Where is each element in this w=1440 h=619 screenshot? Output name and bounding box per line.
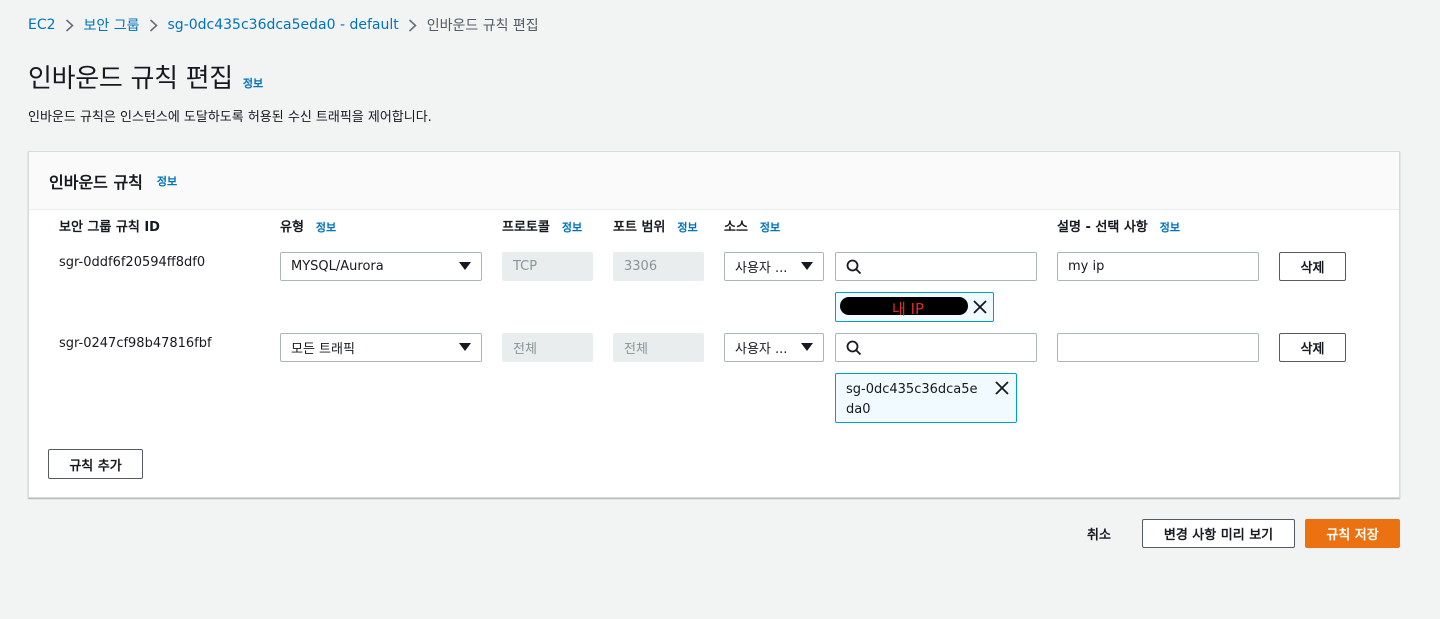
- caret-down-icon: [459, 262, 471, 270]
- description-input[interactable]: [1057, 333, 1259, 362]
- source-token: 내 IP: [835, 292, 994, 322]
- port-range-field: 전체: [613, 333, 704, 362]
- type-select-value: 모든 트래픽: [291, 342, 355, 357]
- breadcrumb-security-group[interactable]: sg-0dc435c36dca5eda0 - default: [168, 17, 399, 33]
- description-info-link[interactable]: 정보: [1160, 219, 1180, 235]
- close-icon[interactable]: [973, 300, 987, 314]
- source-search-input[interactable]: [835, 252, 1037, 281]
- description-value: my ip: [1068, 259, 1105, 274]
- column-header-source: 소스 정보: [724, 216, 780, 235]
- cancel-button[interactable]: 취소: [1074, 519, 1124, 548]
- page-header: 인바운드 규칙 편집 정보: [28, 58, 263, 95]
- chevron-right-icon: [140, 18, 168, 32]
- page-info-link[interactable]: 정보: [243, 75, 263, 91]
- preview-changes-button[interactable]: 변경 사항 미리 보기: [1142, 519, 1295, 548]
- search-icon: [846, 259, 862, 275]
- column-header-port: 포트 범위 정보: [613, 216, 698, 235]
- delete-rule-button[interactable]: 삭제: [1279, 333, 1346, 362]
- source-type-select[interactable]: 사용자 ...: [724, 333, 824, 362]
- chevron-right-icon: [399, 18, 427, 32]
- column-header-type: 유형 정보: [280, 216, 336, 235]
- rule-id: sgr-0ddf6f20594ff8df0: [59, 255, 206, 270]
- rule-id: sgr-0247cf98b47816fbf: [59, 336, 212, 351]
- breadcrumb: EC2 보안 그룹 sg-0dc435c36dca5eda0 - default…: [28, 15, 539, 35]
- protocol-info-link[interactable]: 정보: [562, 219, 582, 235]
- chevron-right-icon: [56, 18, 84, 32]
- type-info-link[interactable]: 정보: [316, 219, 336, 235]
- panel-title: 인바운드 규칙: [49, 172, 143, 192]
- breadcrumb-current: 인바운드 규칙 편집: [426, 18, 539, 34]
- source-type-select[interactable]: 사용자 ...: [724, 252, 824, 281]
- inbound-rules-panel: 인바운드 규칙 정보: [28, 151, 1400, 498]
- source-token-label: 내 IP: [892, 300, 925, 318]
- port-info-link[interactable]: 정보: [677, 219, 697, 235]
- column-label: 유형: [280, 220, 304, 235]
- source-token: sg-0dc435c36dca5eda0: [835, 373, 1017, 423]
- source-info-link[interactable]: 정보: [760, 219, 780, 235]
- source-token-label: sg-0dc435c36dca5eda0: [846, 382, 978, 417]
- close-icon[interactable]: [995, 381, 1009, 395]
- column-label: 설명 - 선택 사항: [1057, 220, 1148, 235]
- source-type-value: 사용자 ...: [735, 342, 788, 357]
- page-description: 인바운드 규칙은 인스턴스에 도달하도록 허용된 수신 트래픽을 제어합니다.: [28, 110, 432, 125]
- breadcrumb-security-groups[interactable]: 보안 그룹: [84, 15, 140, 35]
- type-select[interactable]: 모든 트래픽: [280, 333, 482, 362]
- protocol-field: TCP: [502, 252, 593, 281]
- delete-rule-button[interactable]: 삭제: [1279, 252, 1346, 281]
- type-select[interactable]: MYSQL/Aurora: [280, 252, 482, 281]
- column-header-description: 설명 - 선택 사항 정보: [1057, 216, 1180, 235]
- column-label: 프로토콜: [502, 220, 550, 235]
- column-label: 보안 그룹 규칙 ID: [59, 220, 160, 235]
- add-rule-button[interactable]: 규칙 추가: [48, 449, 143, 479]
- source-search-input[interactable]: [835, 333, 1037, 362]
- save-rules-button[interactable]: 규칙 저장: [1305, 519, 1400, 548]
- column-label: 소스: [724, 220, 748, 235]
- breadcrumb-ec2[interactable]: EC2: [28, 17, 56, 33]
- caret-down-icon: [801, 262, 813, 270]
- panel-header: 인바운드 규칙 정보: [29, 152, 1399, 210]
- source-type-value: 사용자 ...: [735, 261, 788, 276]
- search-icon: [846, 340, 862, 356]
- port-range-field: 3306: [613, 252, 704, 281]
- type-select-value: MYSQL/Aurora: [291, 259, 384, 274]
- column-label: 포트 범위: [613, 220, 666, 235]
- panel-info-link[interactable]: 정보: [157, 173, 177, 189]
- column-header-id: 보안 그룹 규칙 ID: [59, 216, 160, 235]
- caret-down-icon: [459, 343, 471, 351]
- caret-down-icon: [801, 343, 813, 351]
- page-title: 인바운드 규칙 편집: [28, 64, 233, 94]
- description-input[interactable]: my ip: [1057, 252, 1259, 281]
- column-header-protocol: 프로토콜 정보: [502, 216, 582, 235]
- protocol-field: 전체: [502, 333, 593, 362]
